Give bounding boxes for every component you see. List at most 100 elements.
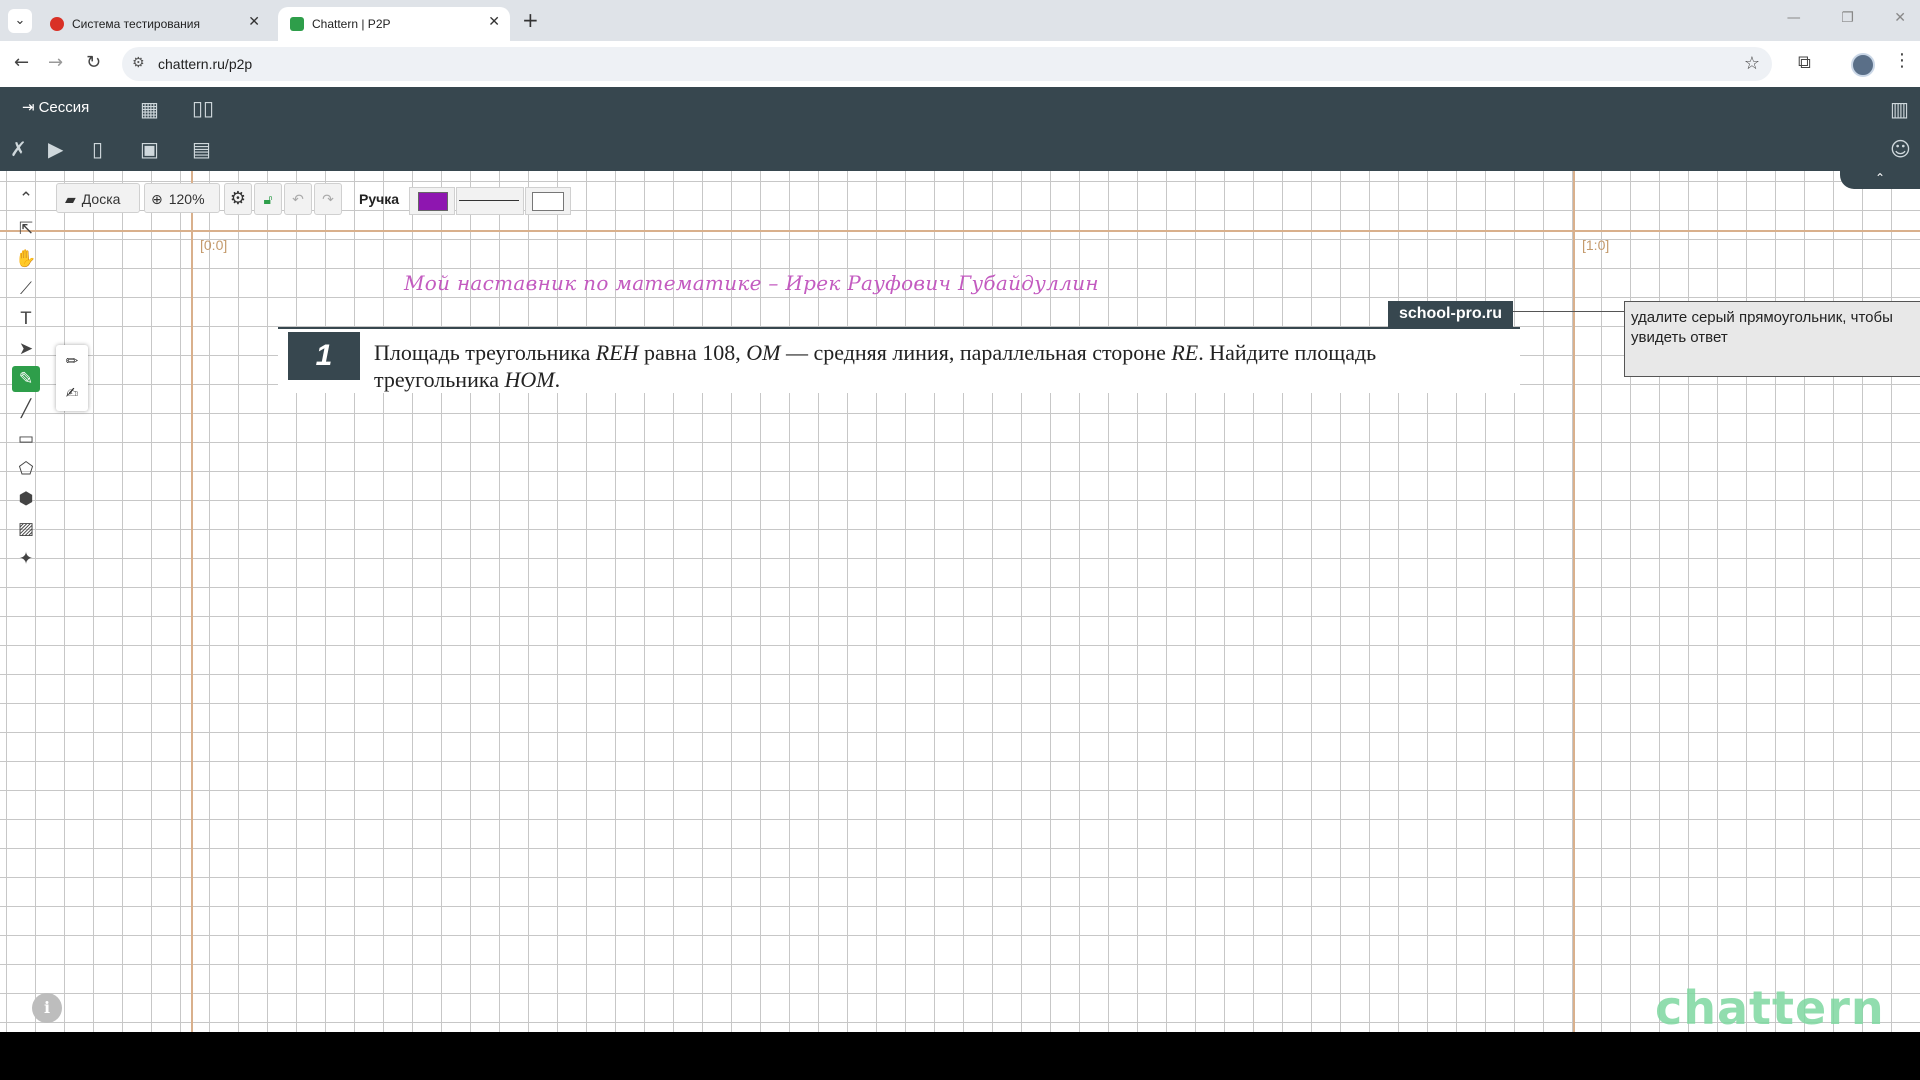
- pen-subtools: ✏ ✍: [56, 345, 88, 411]
- board-menu-button[interactable]: ▰ Доска: [56, 183, 140, 213]
- chat-icon[interactable]: ▤: [192, 137, 211, 161]
- address-bar: ← → ↻ ⚙ chattern.ru/p2p ☆: [0, 41, 1920, 88]
- answer-cover-box[interactable]: удалите серый прямоугольник, чтобы увиде…: [1624, 301, 1920, 377]
- redo-icon: ↷: [322, 192, 334, 208]
- fill-color-picker[interactable]: [525, 187, 571, 215]
- reload-icon[interactable]: ↻: [86, 52, 101, 73]
- zoom-icon: ⊕: [151, 192, 163, 208]
- pen-icon[interactable]: ✎: [12, 366, 40, 392]
- task-card[interactable]: 1 Площадь треугольника REH равна 108, OM…: [278, 327, 1520, 393]
- source-tag: school-pro.ru: [1388, 301, 1513, 327]
- redo-button[interactable]: ↷: [314, 183, 342, 215]
- connector-line: [1513, 311, 1624, 312]
- task-text-part: Площадь треугольника: [374, 340, 596, 365]
- record-icon[interactable]: ▦: [140, 97, 159, 121]
- task-number: 1: [288, 332, 360, 380]
- pencil-icon[interactable]: ✏: [56, 345, 88, 377]
- profile-avatar[interactable]: [1851, 53, 1875, 77]
- bookmark-star-icon[interactable]: ☆: [1744, 53, 1760, 74]
- zoom-button[interactable]: ⊕ 120%: [144, 183, 220, 213]
- tab-favicon-icon: [290, 17, 304, 31]
- pen-tool-label: Ручка: [359, 191, 400, 207]
- settings-button[interactable]: ⚙: [224, 183, 252, 215]
- coord-label-left: [0:0]: [200, 237, 228, 253]
- phone-icon[interactable]: ▯: [92, 137, 103, 161]
- session-button[interactable]: ⇥ Сессия: [22, 98, 89, 116]
- back-icon[interactable]: ←: [14, 52, 29, 73]
- folder-icon: ▰: [65, 192, 76, 208]
- page-boundary-left: [191, 171, 193, 1032]
- line-icon[interactable]: ╱: [12, 396, 40, 422]
- task-var-hom: HOM: [504, 367, 555, 392]
- pen-width-line: [459, 200, 519, 201]
- tab-search-button[interactable]: ⌄: [8, 9, 32, 33]
- login-icon: ⇥: [22, 98, 35, 116]
- close-icon[interactable]: ✕: [248, 14, 260, 30]
- board-label: Доска: [81, 191, 121, 207]
- pen-color-picker[interactable]: [409, 187, 455, 215]
- url-input[interactable]: ⚙ chattern.ru/p2p ☆: [122, 47, 1772, 81]
- restore-icon[interactable]: ❐: [1841, 10, 1854, 26]
- collapse-toolbar-icon[interactable]: ⌃: [12, 186, 40, 212]
- unlock-icon: 🔓︎: [263, 192, 273, 208]
- layout-icon[interactable]: ▥: [1890, 97, 1909, 121]
- url-text: chattern.ru/p2p: [158, 56, 253, 72]
- select-icon[interactable]: ⇱: [12, 216, 40, 242]
- session-label: Сессия: [38, 99, 90, 116]
- page-boundary-right: [1573, 171, 1575, 1032]
- minimize-icon[interactable]: —: [1787, 10, 1801, 26]
- forward-icon[interactable]: →: [48, 52, 63, 73]
- user-settings-icon[interactable]: ☺: [1890, 137, 1911, 161]
- rectangle-icon[interactable]: ▭: [12, 426, 40, 452]
- page-boundary-top: [0, 230, 1920, 232]
- zoom-value: 120%: [168, 191, 205, 207]
- pen-width-picker[interactable]: [456, 187, 524, 215]
- chattern-watermark: chattern: [1655, 981, 1885, 1032]
- window-controls: — ❐ ✕: [1751, 10, 1906, 26]
- extensions-icon[interactable]: ⧉: [1798, 52, 1811, 73]
- new-tab-icon[interactable]: +: [522, 8, 539, 32]
- text-icon[interactable]: T: [12, 306, 40, 332]
- cube-icon[interactable]: ⬢: [12, 486, 40, 512]
- site-info-icon[interactable]: ⚙: [132, 55, 145, 71]
- collapse-header-button[interactable]: ⌃: [1840, 171, 1920, 189]
- tab-testing-system[interactable]: Система тестирования ✕: [38, 7, 270, 41]
- undo-icon: ↶: [292, 192, 304, 208]
- undo-button[interactable]: ↶: [284, 183, 312, 215]
- mic-off-icon[interactable]: ✗: [10, 137, 27, 161]
- lock-button[interactable]: 🔓︎: [254, 183, 282, 215]
- task-var-reh: REH: [595, 340, 639, 365]
- gear-icon: ⚙: [229, 188, 247, 209]
- screen-share-icon[interactable]: ▣: [140, 137, 159, 161]
- hand-icon[interactable]: ✋: [12, 246, 40, 272]
- task-text-part: .: [554, 367, 561, 392]
- tab-chattern[interactable]: Chattern | P2P ✕: [278, 7, 510, 41]
- tab-favicon-icon: [50, 17, 64, 31]
- brush-icon[interactable]: ⟋: [12, 276, 40, 302]
- app-header: ⇥ Сессия ▦ ▯▯ ✗ ▶ ▯ ▣ ▤ ▥ ☺: [0, 87, 1920, 171]
- task-text: Площадь треугольника REH равна 108, OM —…: [374, 339, 1494, 393]
- tab-title: Chattern | P2P: [312, 17, 391, 31]
- fill-color-swatch: [532, 192, 564, 211]
- coord-label-right: [1:0]: [1582, 237, 1610, 253]
- browser-tab-bar: ⌄ Система тестирования ✕ Chattern | P2P …: [0, 0, 1920, 41]
- task-var-re: RE: [1171, 340, 1199, 365]
- pointer-icon[interactable]: ➤: [12, 336, 40, 362]
- os-taskbar: [0, 1032, 1920, 1080]
- mentor-handwritten-text: Мой наставник по математике – Ирек Рауфо…: [404, 271, 1099, 295]
- task-text-part: равна 108,: [638, 340, 747, 365]
- whiteboard[interactable]: [0:0] [1:0] Мой наставник по математике …: [0, 171, 1920, 1032]
- book-icon[interactable]: ▯▯: [192, 96, 214, 120]
- info-button[interactable]: i: [32, 993, 62, 1023]
- polygon-icon[interactable]: ⬠: [12, 456, 40, 482]
- pin-icon[interactable]: ✦: [12, 546, 40, 572]
- tab-title: Система тестирования: [72, 17, 200, 31]
- close-icon[interactable]: ✕: [488, 14, 500, 30]
- browser-menu-icon[interactable]: ⋮: [1893, 50, 1911, 71]
- highlighter-icon[interactable]: ✍: [56, 377, 88, 409]
- image-icon[interactable]: ▨: [12, 516, 40, 542]
- camera-off-icon[interactable]: ▶: [48, 137, 63, 161]
- pen-color-fill: [418, 192, 448, 211]
- close-window-icon[interactable]: ✕: [1894, 10, 1906, 26]
- task-var-om: OM: [746, 340, 781, 365]
